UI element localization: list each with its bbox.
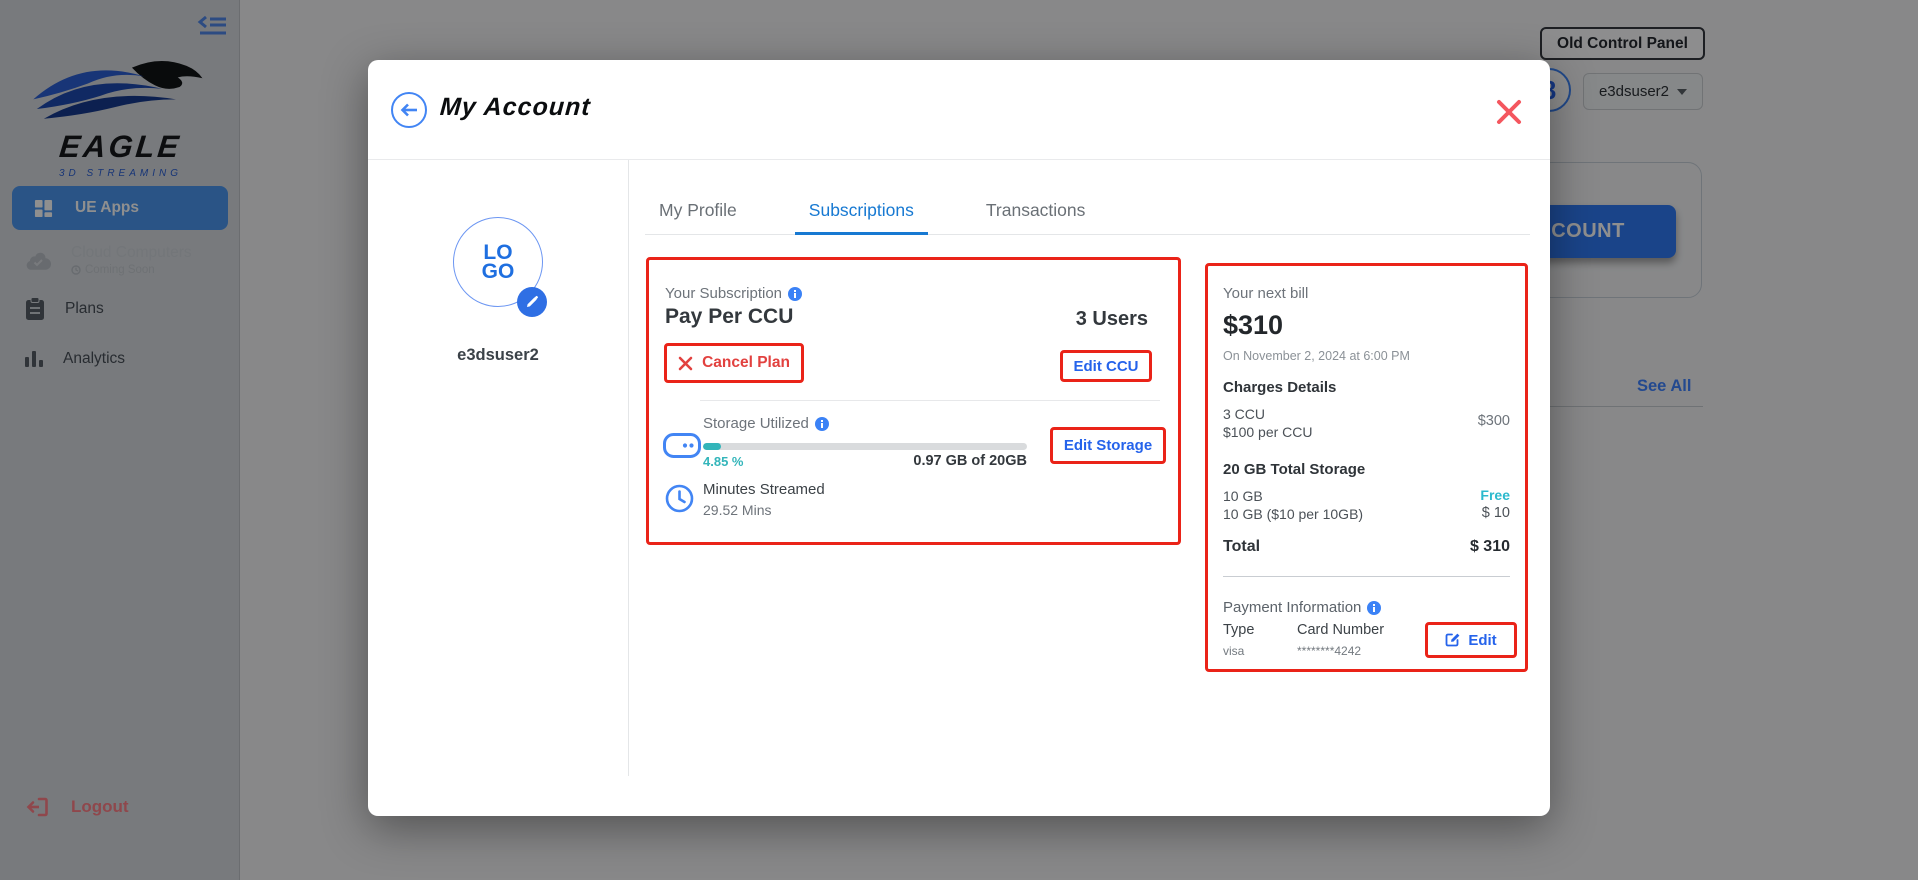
account-tabs: My Profile Subscriptions Transactions — [645, 190, 1530, 235]
profile-username: e3dsuser2 — [368, 346, 628, 365]
clipboard-icon — [25, 297, 45, 321]
subscription-section-highlight: Your Subscription Pay Per CCU 3 Users Ca… — [646, 257, 1181, 545]
sidebar-item-label: Plans — [65, 300, 104, 318]
back-button[interactable] — [391, 92, 427, 128]
storage-title-row: Storage Utilized — [703, 415, 829, 432]
logout-button[interactable]: Logout — [25, 795, 129, 819]
eagle-logo-graphic — [28, 52, 213, 130]
storage-title: Storage Utilized — [703, 415, 809, 432]
pencil-icon — [525, 295, 539, 309]
next-bill-section-highlight: Your next bill $310 On November 2, 2024 … — [1205, 263, 1528, 672]
total-storage-title: 20 GB Total Storage — [1223, 461, 1365, 478]
payment-information-title: Payment Information — [1223, 599, 1361, 616]
ccu-line2: $100 per CCU — [1223, 424, 1313, 440]
edit-payment-button[interactable]: Edit — [1425, 622, 1517, 658]
grid-icon — [34, 199, 53, 218]
eagle-logo: EAGLE 3D STREAMING — [28, 52, 213, 179]
total-label: Total — [1223, 538, 1260, 556]
storage-drive-icon — [663, 433, 701, 458]
cancel-plan-button[interactable]: Cancel Plan — [664, 343, 804, 383]
tab-subscriptions[interactable]: Subscriptions — [795, 190, 928, 235]
sidebar-item-label: Analytics — [63, 350, 125, 368]
next-bill-amount: $310 — [1223, 310, 1283, 341]
see-all-link[interactable]: See All — [1637, 377, 1691, 396]
sidebar-item-analytics[interactable]: Analytics — [0, 349, 240, 369]
payment-card-label: Card Number — [1297, 622, 1384, 638]
payment-type-value: visa — [1223, 644, 1244, 658]
sidebar-item-plans[interactable]: Plans — [0, 297, 240, 321]
cancel-plan-label: Cancel Plan — [702, 354, 790, 372]
cloud-check-icon — [25, 250, 51, 270]
plan-name: Pay Per CCU — [665, 305, 793, 329]
chevron-down-icon — [1677, 89, 1687, 95]
payment-card-value: ********4242 — [1297, 644, 1361, 658]
storage-progress-fill — [703, 443, 721, 450]
edit-avatar-button[interactable] — [517, 287, 547, 317]
edit-ccu-button[interactable]: Edit CCU — [1060, 350, 1152, 382]
minutes-streamed-value: 29.52 Mins — [703, 502, 771, 518]
ccu-line1: 3 CCU — [1223, 406, 1265, 422]
coming-soon-badge: Coming Soon — [71, 264, 192, 276]
storage-row-value: $ 10 — [1482, 505, 1510, 521]
collapse-menu-icon — [196, 12, 230, 40]
payment-information-row: Payment Information — [1223, 599, 1381, 616]
logout-label: Logout — [71, 797, 129, 817]
sidebar-item-ue-apps[interactable]: UE Apps — [12, 186, 228, 230]
storage-progress-bar — [703, 443, 1027, 450]
next-bill-date: On November 2, 2024 at 6:00 PM — [1223, 349, 1410, 363]
storage-row-label: 10 GB ($10 per 10GB) — [1223, 506, 1363, 522]
clock-small-icon — [71, 265, 81, 275]
edit-ccu-label: Edit CCU — [1074, 358, 1139, 375]
modal-vertical-divider — [628, 160, 629, 776]
storage-usage: 0.97 GB of 20GB — [703, 453, 1027, 469]
brand-name: EAGLE — [26, 129, 215, 165]
info-icon[interactable] — [1367, 601, 1381, 615]
background-divider — [1550, 406, 1703, 407]
bill-divider — [1223, 576, 1510, 577]
arrow-left-icon — [399, 102, 419, 118]
close-icon — [1495, 98, 1523, 126]
old-control-panel-button[interactable]: Old Control Panel — [1540, 27, 1705, 60]
close-button[interactable] — [1495, 98, 1523, 126]
storage-row-value-free: Free — [1480, 487, 1510, 503]
minutes-streamed-title: Minutes Streamed — [703, 481, 825, 498]
my-account-modal: My Account LO GO e3dsuser2 My Profile Su… — [368, 60, 1550, 816]
info-icon[interactable] — [788, 287, 802, 301]
clock-icon — [665, 484, 694, 513]
sidebar: EAGLE 3D STREAMING UE Apps Cloud Compute… — [0, 0, 240, 880]
charges-details-title: Charges Details — [1223, 379, 1336, 396]
x-icon — [678, 356, 693, 371]
subscription-title: Your Subscription — [665, 285, 782, 302]
next-bill-label: Your next bill — [1223, 285, 1308, 302]
payment-type-label: Type — [1223, 622, 1254, 638]
plan-users-count: 3 Users — [1076, 308, 1148, 331]
brand-tagline: 3D STREAMING — [28, 168, 213, 179]
logout-icon — [25, 795, 49, 819]
user-dropdown[interactable]: e3dsuser2 — [1583, 73, 1703, 110]
edit-storage-label: Edit Storage — [1064, 437, 1152, 454]
tab-transactions[interactable]: Transactions — [972, 190, 1100, 234]
sidebar-item-cloud-computers: Cloud Computers Coming Soon — [0, 244, 240, 276]
subscription-title-row: Your Subscription — [665, 285, 802, 302]
sidebar-item-label: UE Apps — [75, 199, 139, 217]
modal-header: My Account — [368, 60, 1550, 160]
edit-storage-button[interactable]: Edit Storage — [1050, 427, 1166, 464]
sidebar-item-label: Cloud Computers — [71, 244, 192, 262]
tab-my-profile[interactable]: My Profile — [645, 190, 751, 234]
user-dropdown-label: e3dsuser2 — [1599, 83, 1669, 100]
modal-title: My Account — [439, 93, 592, 122]
edit-payment-label: Edit — [1468, 632, 1496, 649]
storage-row-label: 10 GB — [1223, 488, 1263, 504]
avatar-text-line2: GO — [482, 262, 515, 281]
edit-icon — [1445, 632, 1461, 648]
subscription-divider — [700, 400, 1160, 401]
ccu-amount: $300 — [1478, 413, 1510, 429]
info-icon[interactable] — [815, 417, 829, 431]
bar-chart-icon — [25, 349, 43, 369]
sidebar-collapse-icon[interactable] — [196, 12, 230, 40]
total-value: $ 310 — [1470, 538, 1510, 556]
